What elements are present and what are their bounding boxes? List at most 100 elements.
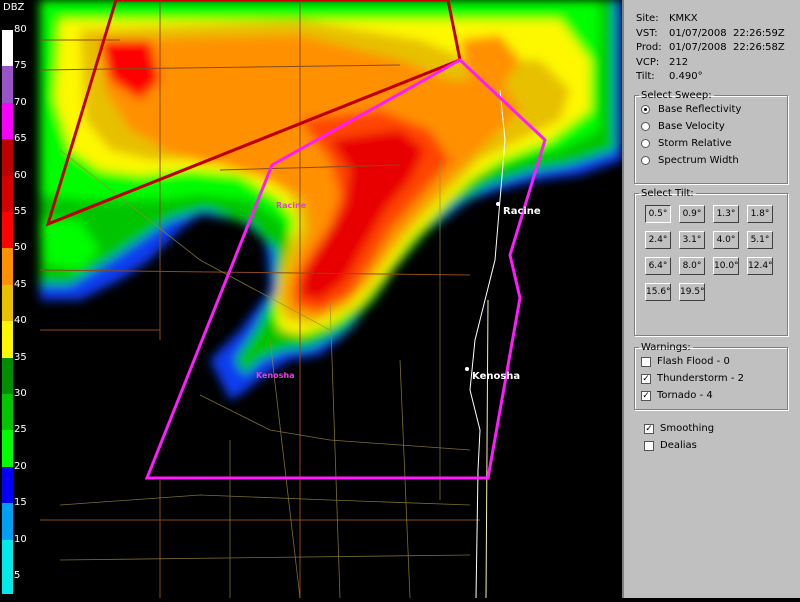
- color-scale-tick: 55: [14, 206, 27, 217]
- sweep-option-label: Storm Relative: [658, 138, 732, 149]
- site-label: Site:: [636, 13, 659, 24]
- sweep-option-base-reflectivity[interactable]: Base Reflectivity: [641, 101, 787, 118]
- color-scale-tick: 80: [14, 24, 27, 35]
- radar-info: Site: KMKX VST: 01/07/2008 22:26:59Z Prod:…: [636, 12, 785, 85]
- color-scale-segment: [2, 175, 13, 212]
- dealias-label: Dealias: [660, 440, 697, 451]
- warnings-legend: Warnings:: [641, 342, 691, 353]
- color-scale-segment: [2, 248, 13, 285]
- radio-icon[interactable]: [641, 139, 650, 148]
- smoothing-checkbox[interactable]: ✓ Smoothing: [644, 420, 714, 437]
- radio-icon[interactable]: [641, 122, 650, 131]
- color-scale-tick: 15: [14, 497, 27, 509]
- prod-value: 01/07/2008 22:26:58Z: [669, 42, 785, 53]
- kenosha-label-white: Kenosha: [472, 371, 521, 382]
- color-scale-segment: [2, 139, 13, 176]
- tilt-button-2-4[interactable]: 2.4°: [645, 231, 671, 249]
- radio-icon[interactable]: [641, 105, 650, 114]
- radar-map[interactable]: [0, 0, 622, 599]
- vst-value: 01/07/2008 22:26:59Z: [669, 27, 785, 39]
- tilt-button-5-1[interactable]: 5.1°: [747, 231, 773, 249]
- kenosha-label-pink: Kenosha: [256, 371, 295, 380]
- color-scale-segment: [2, 284, 13, 322]
- color-scale-segment: [2, 466, 13, 504]
- color-scale-tick: 35: [14, 351, 27, 363]
- sweep-option-storm-relative[interactable]: Storm Relative: [641, 135, 787, 152]
- color-scale-tick: 30: [14, 388, 27, 399]
- color-scale-segment: [2, 539, 13, 576]
- tilt-button-0-9[interactable]: 0.9°: [679, 205, 705, 223]
- checkbox-icon[interactable]: [644, 440, 654, 451]
- warning-label: Flash Flood - 0: [657, 356, 730, 367]
- color-scale-segment: [2, 30, 13, 67]
- color-scale-tick: 20: [14, 460, 27, 472]
- tilt-button-15-6[interactable]: 15.6°: [645, 283, 671, 301]
- vst-label: VST:: [636, 27, 658, 39]
- color-scale-segment: [2, 212, 13, 249]
- dealias-checkbox[interactable]: Dealias: [644, 437, 714, 454]
- radar-display[interactable]: Racine Kenosha Racine Kenosha DBZ 80 75 70…: [0, 0, 622, 599]
- sweep-option-base-velocity[interactable]: Base Velocity: [641, 118, 787, 135]
- color-scale-tick: 60: [14, 169, 27, 181]
- sweep-option-label: Spectrum Width: [658, 155, 739, 166]
- color-scale-segment: [2, 394, 13, 431]
- sweep-group: Select Sweep: Base Reflectivity Base Vel…: [634, 90, 788, 184]
- tilt-button-10-0[interactable]: 10.0°: [713, 257, 739, 275]
- color-scale-tick: 25: [14, 424, 27, 436]
- tilt-buttons: 0.5° 0.9° 1.3° 1.8° 2.4° 3.1° 4.0° 5.1° …: [645, 205, 787, 301]
- tilt-button-3-1[interactable]: 3.1°: [679, 231, 705, 249]
- sweep-option-label: Base Reflectivity: [658, 104, 742, 115]
- warning-thunderstorm[interactable]: ✓ Thunderstorm - 2: [641, 370, 787, 387]
- smoothing-label: Smoothing: [660, 423, 715, 434]
- warnings-group: Warnings: Flash Flood - 0 ✓ Thunderstorm …: [634, 342, 788, 410]
- color-scale-title: DBZ: [3, 2, 25, 13]
- sweep-option-label: Base Velocity: [658, 121, 725, 132]
- warning-label: Tornado - 4: [657, 390, 713, 401]
- racine-label-pink: Racine: [276, 201, 307, 210]
- vcp-value: 212: [669, 56, 689, 68]
- warning-flash-flood[interactable]: Flash Flood - 0: [641, 353, 787, 370]
- color-scale-tick: 10: [14, 533, 27, 545]
- display-options: ✓ Smoothing Dealias: [644, 420, 714, 454]
- kenosha-city-dot: [465, 367, 469, 371]
- sweep-option-spectrum-width[interactable]: Spectrum Width: [641, 152, 787, 169]
- color-scale-tick: 40: [14, 315, 27, 327]
- warning-tornado[interactable]: ✓ Tornado - 4: [641, 387, 787, 404]
- checkbox-checked-icon[interactable]: ✓: [644, 423, 654, 434]
- tilt-group: Select Tilt: 0.5° 0.9° 1.3° 1.8° 2.4° 3.…: [634, 188, 788, 336]
- tilt-button-6-4[interactable]: 6.4°: [645, 257, 671, 275]
- checkbox-checked-icon[interactable]: ✓: [641, 390, 651, 401]
- color-scale-segment: [2, 66, 13, 103]
- color-scale-segment: [2, 102, 13, 140]
- checkbox-icon[interactable]: [641, 356, 651, 367]
- color-scale-tick: 70: [14, 96, 27, 108]
- tilt-button-1-3[interactable]: 1.3°: [713, 205, 739, 223]
- tilt-button-8-0[interactable]: 8.0°: [679, 257, 705, 275]
- tilt-value: 0.490°: [669, 71, 703, 82]
- tilt-button-19-5[interactable]: 19.5°: [679, 283, 705, 301]
- tilt-button-12-4[interactable]: 12.4°: [747, 257, 773, 275]
- color-scale-tick: 45: [14, 278, 27, 290]
- control-panel: Site: KMKX VST: 01/07/2008 22:26:59Z Prod:…: [622, 0, 800, 598]
- color-scale-tick: 65: [14, 133, 27, 145]
- color-scale-segment: [2, 357, 13, 394]
- radio-icon[interactable]: [641, 156, 650, 165]
- color-scale-segment: [2, 321, 13, 358]
- tilt-button-0-5[interactable]: 0.5°: [645, 205, 671, 223]
- sweep-legend: Select Sweep:: [641, 90, 712, 101]
- color-scale-tick: 50: [14, 242, 27, 254]
- racine-city-dot: [496, 202, 500, 206]
- color-scale-segment: [2, 430, 13, 467]
- color-scale-tick: 5: [14, 570, 21, 581]
- site-value: KMKX: [669, 13, 698, 24]
- tilt-button-1-8[interactable]: 1.8°: [747, 205, 773, 223]
- tilt-legend: Select Tilt:: [641, 188, 694, 199]
- warning-label: Thunderstorm - 2: [657, 373, 744, 384]
- color-scale-tick: 75: [14, 60, 27, 72]
- tilt-button-4-0[interactable]: 4.0°: [713, 231, 739, 249]
- color-scale-segment: [2, 576, 13, 594]
- color-scale-segment: [2, 503, 13, 540]
- checkbox-checked-icon[interactable]: ✓: [641, 373, 651, 384]
- vcp-label: VCP:: [636, 56, 660, 68]
- racine-label-white: Racine: [503, 206, 541, 217]
